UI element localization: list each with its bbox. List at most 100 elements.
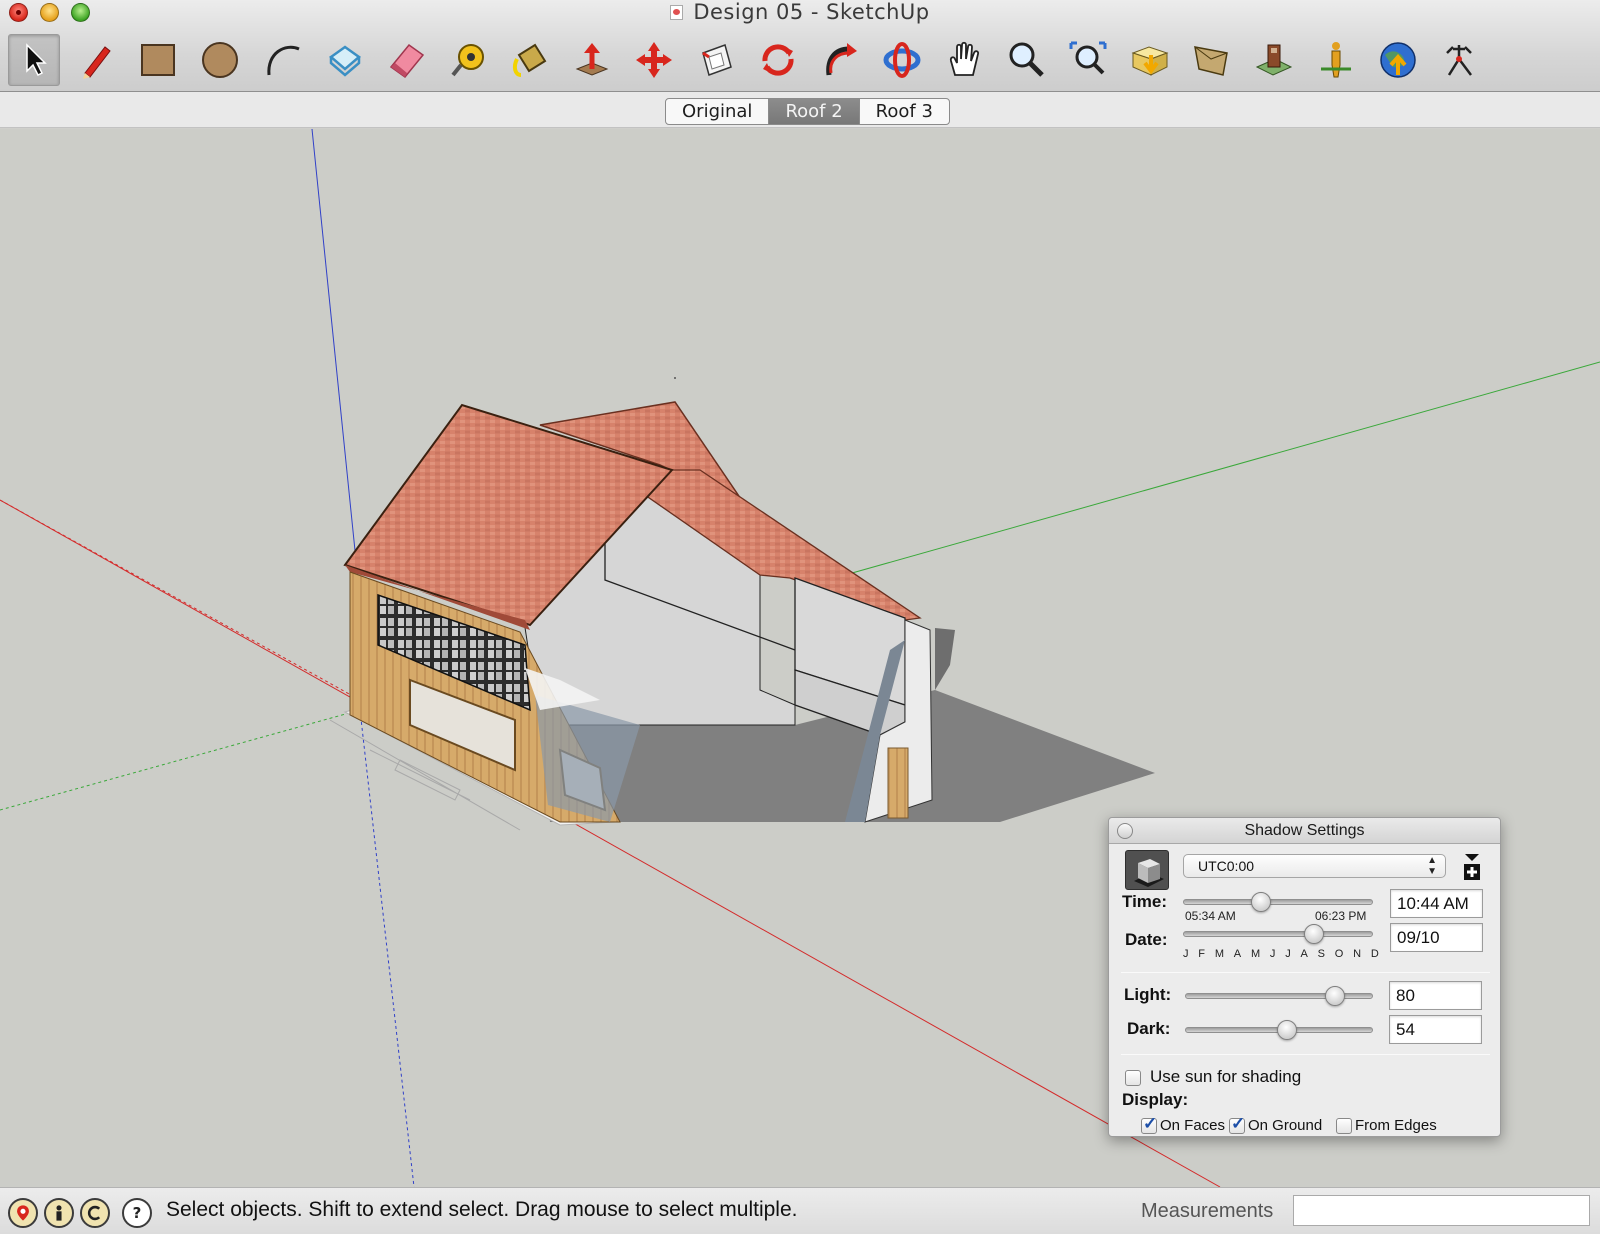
circle-tool-button[interactable] bbox=[194, 34, 246, 86]
hand-pan-icon bbox=[949, 41, 980, 76]
help-icon[interactable]: ? bbox=[122, 1198, 152, 1228]
share-model-icon bbox=[1194, 46, 1228, 76]
orbit-icon bbox=[883, 42, 921, 78]
month-tick: A bbox=[1233, 948, 1242, 960]
panel-close-button[interactable] bbox=[1117, 823, 1133, 839]
get-models-icon bbox=[1131, 46, 1169, 76]
pencil-icon bbox=[83, 46, 111, 79]
green-axis bbox=[844, 361, 1600, 576]
share-model-button[interactable] bbox=[1186, 34, 1238, 86]
follow-me-icon bbox=[826, 43, 857, 76]
photo-texture-icon bbox=[1255, 44, 1293, 76]
paint-bucket-icon bbox=[512, 43, 547, 77]
ground-shadow-2 bbox=[935, 628, 955, 690]
credits-icon[interactable] bbox=[44, 1198, 74, 1228]
title-bar: Design 05 - SketchUp bbox=[0, 0, 1600, 92]
on-ground-checkbox[interactable] bbox=[1229, 1114, 1245, 1134]
use-sun-label: Use sun for shading bbox=[1150, 1067, 1302, 1086]
paint-bucket-tool-button[interactable] bbox=[504, 34, 556, 86]
blue-axis bbox=[311, 129, 359, 581]
light-input[interactable]: 80 bbox=[1389, 981, 1482, 1010]
move-tool-button[interactable] bbox=[628, 34, 680, 86]
offset-icon bbox=[702, 44, 732, 76]
dark-slider-knob[interactable] bbox=[1276, 1020, 1297, 1040]
month-tick: J bbox=[1183, 948, 1189, 960]
scene-tabs: Original Roof 2 Roof 3 bbox=[665, 98, 950, 125]
model-viewport[interactable]: Shadow Settings UTC0:00 ▲ ▼ Time: 05:34 … bbox=[0, 129, 1600, 1187]
photo-texture-button[interactable] bbox=[1248, 34, 1300, 86]
dark-label: Dark: bbox=[1127, 1019, 1171, 1038]
tab-original[interactable]: Original bbox=[666, 99, 770, 124]
zoom-extents-icon bbox=[1069, 41, 1107, 75]
get-models-button[interactable] bbox=[1124, 34, 1176, 86]
tape-measure-icon bbox=[451, 44, 484, 77]
time-slider-knob[interactable] bbox=[1250, 892, 1271, 912]
panel-title-bar[interactable]: Shadow Settings bbox=[1109, 818, 1500, 844]
geo-location-icon[interactable] bbox=[8, 1198, 38, 1228]
make-component-button[interactable] bbox=[318, 34, 370, 86]
time-end-label: 06:23 PM bbox=[1315, 909, 1367, 923]
green-axis-negative bbox=[0, 709, 361, 811]
select-tool-button[interactable] bbox=[8, 34, 60, 86]
eraser-tool-button[interactable] bbox=[380, 34, 432, 86]
month-tick: A bbox=[1300, 948, 1308, 960]
rectangle-tool-button[interactable] bbox=[132, 34, 184, 86]
walk-icon bbox=[1321, 42, 1351, 78]
rotate-icon bbox=[762, 44, 794, 76]
light-slider-knob[interactable] bbox=[1325, 986, 1346, 1006]
earth-icon bbox=[1380, 42, 1416, 78]
scene-marker-dot bbox=[674, 377, 676, 379]
push-pull-tool-button[interactable] bbox=[566, 34, 618, 86]
shadow-cube-icon bbox=[1134, 859, 1164, 887]
panel-title: Shadow Settings bbox=[1244, 822, 1365, 839]
use-sun-checkbox[interactable] bbox=[1125, 1070, 1141, 1086]
zoom-extents-tool-button[interactable] bbox=[1062, 34, 1114, 86]
line-tool-button[interactable] bbox=[70, 34, 122, 86]
measurements-input[interactable] bbox=[1293, 1195, 1590, 1226]
date-slider-knob[interactable] bbox=[1304, 924, 1325, 944]
time-input[interactable]: 10:44 AM bbox=[1390, 889, 1483, 918]
orbit-tool-button[interactable] bbox=[876, 34, 928, 86]
time-slider-track[interactable] bbox=[1183, 899, 1373, 905]
display-label: Display: bbox=[1122, 1090, 1189, 1109]
toggle-shadows-button[interactable] bbox=[1125, 850, 1169, 890]
month-ticks: JFMAMJJASOND bbox=[1183, 948, 1379, 960]
tab-roof-3[interactable]: Roof 3 bbox=[860, 99, 949, 124]
zoom-icon bbox=[1009, 42, 1044, 77]
move-icon bbox=[636, 42, 672, 78]
from-edges-checkbox[interactable] bbox=[1336, 1118, 1352, 1134]
timezone-value: UTC0:00 bbox=[1198, 858, 1255, 874]
light-label: Light: bbox=[1124, 985, 1172, 1004]
push-pull-icon bbox=[575, 43, 609, 76]
rotate-tool-button[interactable] bbox=[752, 34, 804, 86]
google-earth-button[interactable] bbox=[1372, 34, 1424, 86]
zoom-tool-button[interactable] bbox=[1000, 34, 1052, 86]
tape-measure-tool-button[interactable] bbox=[442, 34, 494, 86]
license-icon[interactable] bbox=[80, 1198, 110, 1228]
window-title-text: Design 05 - SketchUp bbox=[693, 0, 930, 24]
component-icon bbox=[328, 45, 362, 77]
offset-tool-button[interactable] bbox=[690, 34, 742, 86]
red-axis-negative bbox=[0, 499, 361, 701]
dark-input[interactable]: 54 bbox=[1389, 1015, 1482, 1044]
expand-panel-button[interactable] bbox=[1461, 852, 1483, 882]
blue-axis-negative bbox=[359, 709, 415, 1187]
measurements-label: Measurements bbox=[1141, 1200, 1274, 1222]
select-arrows-icon: ▲ ▼ bbox=[1427, 855, 1437, 877]
arc-icon bbox=[267, 45, 300, 76]
location-icon bbox=[1446, 45, 1472, 76]
follow-me-tool-button[interactable] bbox=[814, 34, 866, 86]
arc-tool-button[interactable] bbox=[256, 34, 308, 86]
date-input[interactable]: 09/10 bbox=[1390, 923, 1483, 952]
scene-tabs-bar: Original Roof 2 Roof 3 bbox=[0, 92, 1600, 128]
from-edges-label: From Edges bbox=[1355, 1117, 1437, 1134]
on-faces-checkbox[interactable] bbox=[1141, 1114, 1157, 1134]
pan-tool-button[interactable] bbox=[938, 34, 990, 86]
tab-roof-2[interactable]: Roof 2 bbox=[769, 99, 860, 124]
walk-tool-button[interactable] bbox=[1310, 34, 1362, 86]
rectangle-icon bbox=[141, 44, 175, 76]
timezone-select[interactable]: UTC0:00 ▲ ▼ bbox=[1183, 854, 1446, 878]
date-slider-track[interactable] bbox=[1183, 931, 1373, 937]
window-title: Design 05 - SketchUp bbox=[0, 0, 1600, 24]
add-location-button[interactable] bbox=[1434, 34, 1486, 86]
